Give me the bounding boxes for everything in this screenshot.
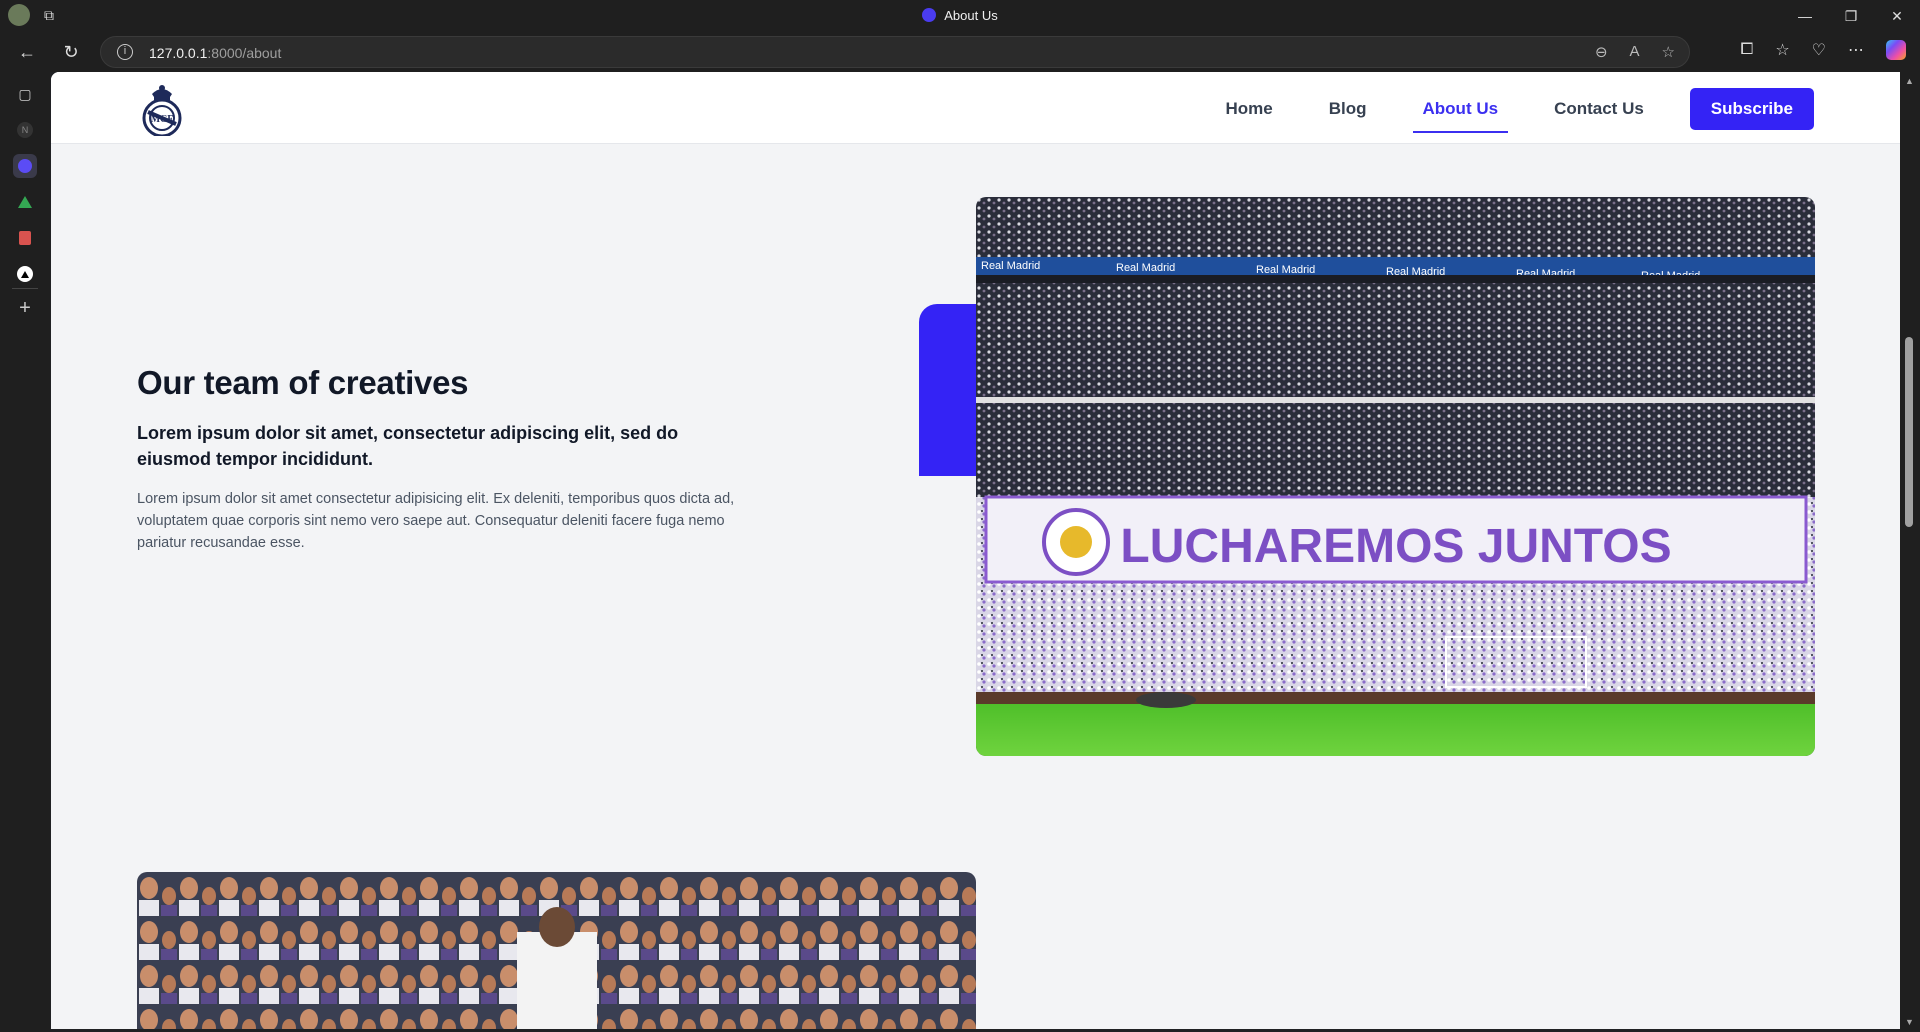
nav-home-link[interactable]: Home	[1216, 89, 1283, 129]
more-menu-icon[interactable]: ⋯	[1848, 40, 1864, 60]
real-madrid-crest-logo[interactable]: MCF	[140, 80, 184, 136]
svg-text:MCF: MCF	[151, 114, 174, 125]
restore-button[interactable]: ❐	[1828, 0, 1874, 32]
sidebar-drive-icon[interactable]	[13, 190, 37, 214]
site-info-icon[interactable]: i	[117, 44, 133, 60]
nav-about-link[interactable]: About Us	[1412, 89, 1509, 133]
minimize-button[interactable]: —	[1782, 0, 1828, 32]
copilot-icon[interactable]	[1886, 40, 1906, 60]
url-text[interactable]: 127.0.0.1:8000/about	[149, 45, 281, 61]
sidebar-tabs-icon[interactable]: ▢	[13, 82, 37, 106]
favorite-star-icon[interactable]: ☆	[1662, 43, 1675, 61]
sidebar-app-triangle-icon[interactable]	[13, 262, 37, 286]
section-subtitle: Lorem ipsum dolor sit amet, consectetur …	[137, 423, 679, 469]
favicon-icon	[922, 8, 937, 22]
sidebar-pdf-icon[interactable]	[13, 226, 37, 250]
sidebar-add-icon[interactable]: +	[13, 296, 37, 320]
subscribe-button[interactable]: Subscribe	[1689, 88, 1814, 130]
refresh-icon[interactable]: ↻	[59, 40, 83, 64]
section-title: Our team of creatives	[137, 364, 469, 401]
sidebar-divider	[12, 288, 38, 289]
svg-text:Real Madrid: Real Madrid	[981, 260, 1040, 272]
svg-text:LUCHAREMOS JUNTOS: LUCHAREMOS JUNTOS	[1120, 520, 1671, 573]
window-titlebar: ⧉ About Us — ❐ ✕	[0, 0, 1920, 32]
sidebar-app-active-icon[interactable]	[13, 154, 37, 178]
page-scrollbar[interactable]: ▲ ▼	[1900, 72, 1920, 1032]
browser-essentials-icon[interactable]: ♡	[1812, 40, 1826, 60]
svg-text:Real Madrid: Real Madrid	[1256, 264, 1315, 276]
team-intro-section: Our team of creatives Lorem ipsum dolor …	[137, 364, 757, 554]
back-icon[interactable]: ←	[15, 40, 39, 64]
address-bar[interactable]: i 127.0.0.1:8000/about ⊖ A ☆	[100, 36, 1690, 68]
scrollbar-thumb[interactable]	[1905, 337, 1913, 527]
page-viewport: MCF Home Blog About Us Contact Us Subscr…	[51, 72, 1900, 1029]
svg-text:Real Madrid: Real Madrid	[1116, 262, 1175, 274]
browser-toolbar: ← ↻ i 127.0.0.1:8000/about ⊖ A ☆ ⧠ ☆ ♡ ⋯	[0, 32, 1920, 72]
sidebar-app-n-icon[interactable]: N	[13, 118, 37, 142]
main-nav: Home Blog About Us Contact Us Subscribe	[1216, 88, 1814, 133]
nav-blog-link[interactable]: Blog	[1319, 89, 1377, 129]
site-header: MCF Home Blog About Us Contact Us Subscr…	[51, 72, 1900, 144]
scroll-up-icon[interactable]: ▲	[1905, 76, 1914, 86]
extensions-icon[interactable]: ⧠	[1741, 41, 1754, 59]
tab-title[interactable]: About Us	[0, 8, 1920, 23]
favorites-icon[interactable]: ☆	[1775, 40, 1789, 60]
section-body: Lorem ipsum dolor sit amet consectetur a…	[137, 491, 735, 551]
scroll-down-icon[interactable]: ▼	[1905, 1017, 1914, 1027]
nav-contact-link[interactable]: Contact Us	[1544, 89, 1654, 129]
fans-celebration-photo	[137, 872, 976, 1029]
read-aloud-icon[interactable]: A	[1630, 43, 1640, 61]
stadium-photo: Real Madrid Real Madrid Real Madrid Real…	[976, 197, 1815, 756]
zoom-out-icon[interactable]: ⊖	[1595, 43, 1608, 61]
close-button[interactable]: ✕	[1874, 0, 1920, 32]
browser-sidebar: ▢ N +	[0, 72, 50, 1032]
